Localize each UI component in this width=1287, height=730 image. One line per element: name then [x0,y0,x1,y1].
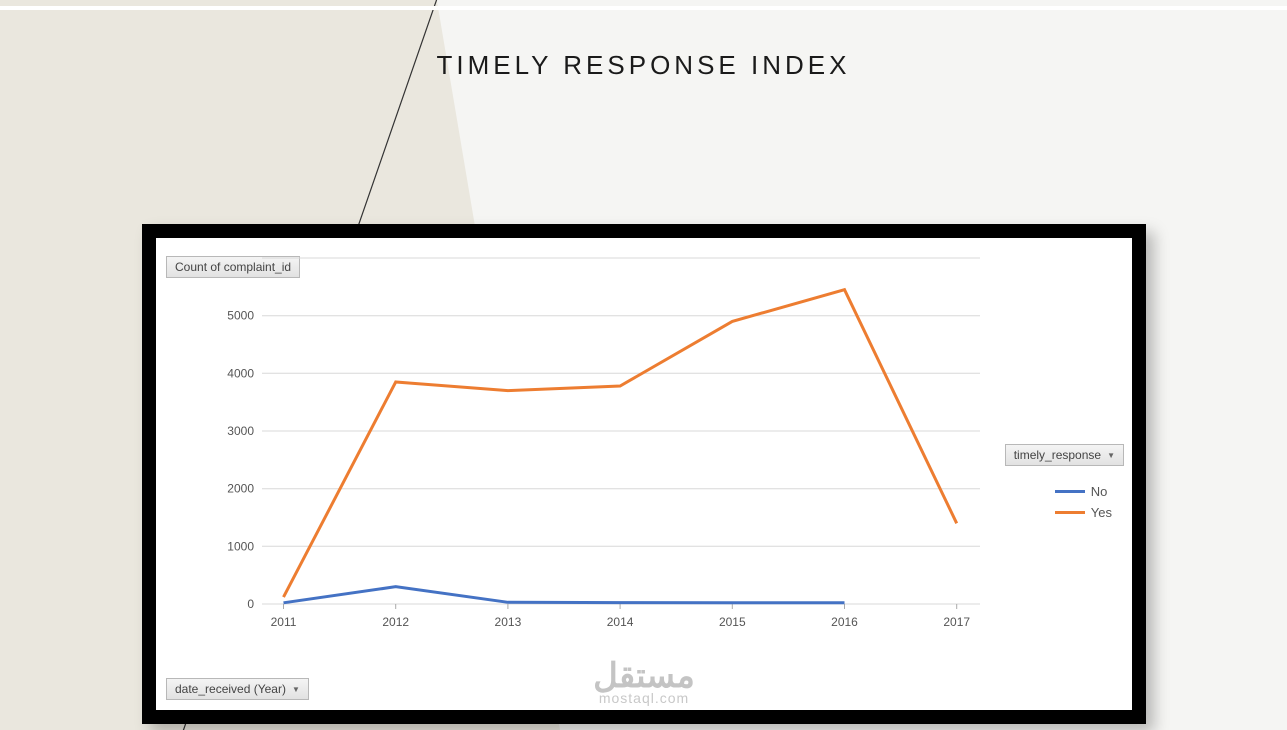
watermark-arabic: مستقل [593,663,695,690]
svg-text:5000: 5000 [227,309,254,323]
chart-inner: Count of complaint_id 010002000300040005… [156,238,1132,710]
svg-text:2011: 2011 [271,615,297,629]
legend: No Yes [1055,478,1112,526]
legend-label-no: No [1091,484,1108,499]
legend-item-no: No [1055,484,1112,499]
svg-text:2017: 2017 [943,615,970,629]
svg-text:4000: 4000 [227,366,254,380]
svg-text:2014: 2014 [607,615,634,629]
top-white-bar [0,6,1287,10]
field-pill-date[interactable]: date_received (Year) ▼ [166,678,309,700]
legend-label-yes: Yes [1091,505,1112,520]
watermark-latin: mostaql.com [593,690,695,706]
field-pill-legend[interactable]: timely_response ▼ [1005,444,1124,466]
field-pill-date-label: date_received (Year) [175,682,286,696]
legend-item-yes: Yes [1055,505,1112,520]
legend-swatch-yes [1055,511,1085,514]
chart-frame: Count of complaint_id 010002000300040005… [142,224,1146,724]
svg-text:2000: 2000 [227,482,254,496]
page-title: TIMELY RESPONSE INDEX [0,50,1287,81]
line-chart: 0 1000 2000 3000 4000 5000 2011 2012 2013 2014 201… [212,248,990,638]
svg-text:2013: 2013 [495,615,522,629]
watermark: مستقل mostaql.com [593,663,695,706]
svg-text:2015: 2015 [719,615,746,629]
svg-text:1000: 1000 [227,539,254,553]
field-pill-legend-label: timely_response [1014,448,1101,462]
svg-text:3000: 3000 [227,424,254,438]
svg-text:2016: 2016 [831,615,858,629]
legend-swatch-no [1055,490,1085,493]
chevron-down-icon: ▼ [1107,451,1115,460]
svg-text:2012: 2012 [382,615,409,629]
svg-text:0: 0 [247,597,254,611]
chevron-down-icon: ▼ [292,685,300,694]
